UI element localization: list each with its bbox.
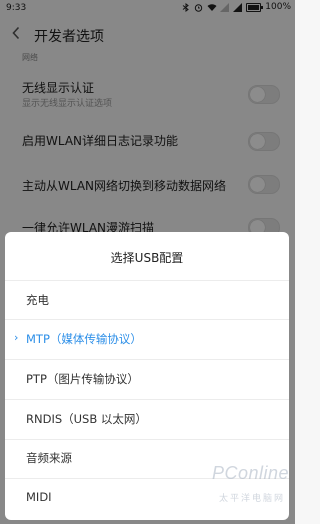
option-label: 音频来源 xyxy=(26,451,72,465)
selected-indicator-icon: › xyxy=(14,331,19,344)
dialog-title: 选择USB配置 xyxy=(110,251,184,265)
divider xyxy=(5,399,289,400)
divider xyxy=(5,280,289,281)
option-label: MIDI xyxy=(26,490,52,504)
option-label: 充电 xyxy=(26,293,49,307)
option-rndis[interactable]: RNDIS（USB 以太网） xyxy=(5,401,289,437)
option-label: MTP（媒体传输协议） xyxy=(26,332,142,346)
option-mtp[interactable]: › MTP（媒体传输协议） xyxy=(5,321,289,357)
divider xyxy=(5,319,289,320)
divider xyxy=(5,359,289,360)
watermark-subtitle: 太平洋电脑网 xyxy=(218,494,285,504)
watermark-logo: PConline 太平洋电脑网 xyxy=(163,455,291,513)
option-charging[interactable]: 充电 xyxy=(5,282,289,318)
watermark-brand: PConline xyxy=(211,463,289,483)
option-label: RNDIS（USB 以太网） xyxy=(26,412,147,426)
option-ptp[interactable]: PTP（图片传输协议） xyxy=(5,361,289,397)
option-label: PTP（图片传输协议） xyxy=(26,372,139,386)
